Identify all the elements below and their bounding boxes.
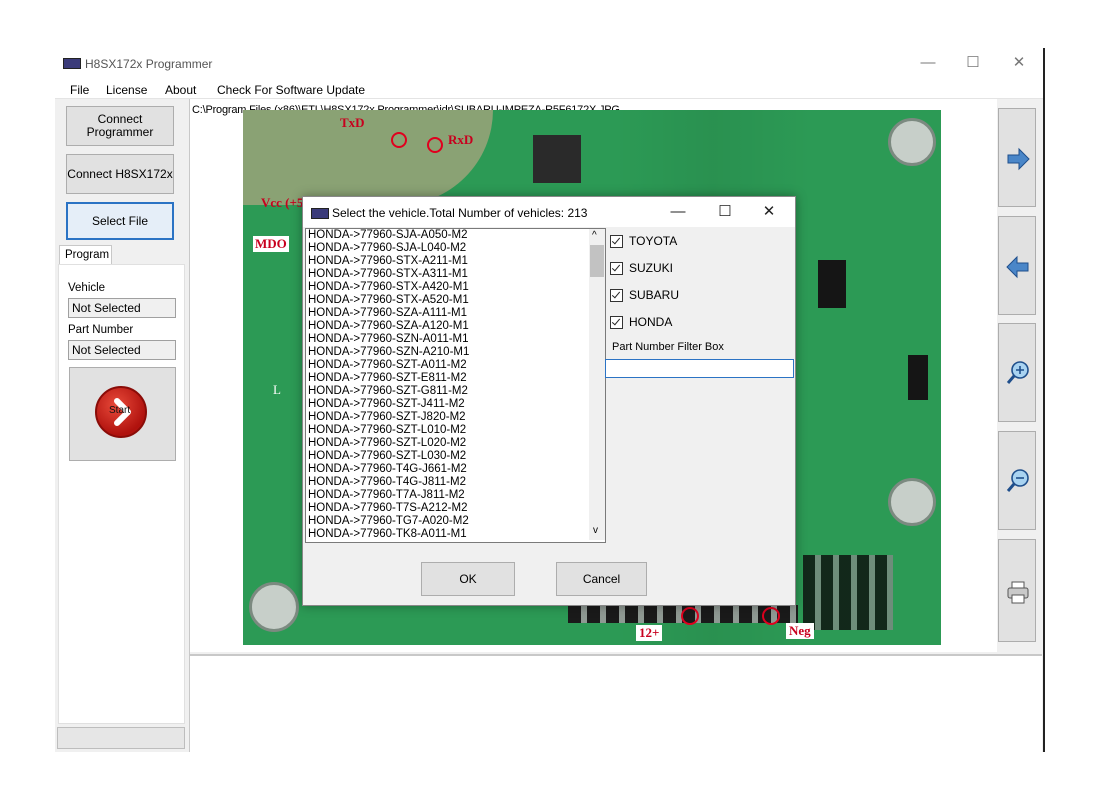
start-button[interactable]: Start: [69, 367, 176, 461]
pcb-label-l: L: [273, 382, 281, 397]
title-bar: H8SX172x Programmer — ☐ ✕: [55, 48, 1043, 78]
dialog-maximize-button[interactable]: ☐: [705, 201, 745, 223]
filter-toyota-checkbox[interactable]: TOYOTA: [610, 234, 677, 248]
vehicle-list-item[interactable]: HONDA->77960-T7A-J811-M2: [306, 489, 605, 502]
start-label: Start: [109, 405, 131, 416]
dialog-close-button[interactable]: ✕: [749, 201, 789, 223]
vehicle-list[interactable]: HONDA->77960-SJA-A050-M2 HONDA->77960-SJA…: [305, 228, 606, 543]
vehicle-list-item[interactable]: HONDA->77960-STX-A311-M1: [306, 268, 605, 281]
dialog-title-bar: Select the vehicle.Total Number of vehic…: [303, 197, 795, 227]
filter-box-label: Part Number Filter Box: [612, 341, 724, 353]
dialog-app-icon: [311, 208, 329, 219]
select-vehicle-dialog: Select the vehicle.Total Number of vehic…: [302, 196, 796, 606]
filter-suzuki-checkbox[interactable]: SUZUKI: [610, 261, 673, 275]
vehicle-list-item[interactable]: HONDA->77960-SZA-A111-M1: [306, 307, 605, 320]
menu-license[interactable]: License: [106, 83, 147, 97]
scroll-down-arrow[interactable]: v: [593, 525, 598, 536]
part-number-label: Part Number: [68, 324, 134, 336]
connect-programmer-button[interactable]: Connect Programmer: [66, 106, 174, 146]
program-panel: Vehicle Not Selected Part Number Not Sel…: [58, 264, 185, 724]
vehicle-list-item[interactable]: HONDA->77960-SZT-J820-M2: [306, 411, 605, 424]
checkbox-checked-icon: [610, 315, 623, 329]
pcb-label-rxd: RxD: [448, 132, 474, 147]
checkbox-checked-icon: [610, 261, 623, 275]
pcb-label-12v: 12+: [636, 625, 663, 641]
zoom-out-icon: [1006, 469, 1029, 492]
print-button[interactable]: [998, 539, 1036, 642]
ok-button[interactable]: OK: [421, 562, 515, 596]
dialog-minimize-button[interactable]: —: [658, 201, 698, 223]
scroll-thumb[interactable]: [590, 245, 604, 277]
vehicle-list-item[interactable]: HONDA->77960-STX-A520-M1: [306, 294, 605, 307]
window-title: H8SX172x Programmer: [85, 57, 213, 71]
vehicle-list-item[interactable]: HONDA->77960-SZN-A011-M1: [306, 333, 605, 346]
menu-about[interactable]: About: [165, 83, 196, 97]
arrow-left-icon: [1006, 255, 1029, 279]
vehicle-list-item[interactable]: HONDA->77960-SZT-L020-M2: [306, 437, 605, 450]
vehicle-list-items: HONDA->77960-SJA-A050-M2 HONDA->77960-SJA…: [306, 229, 605, 541]
pcb-label-neg: Neg: [786, 623, 814, 639]
printer-icon: [1007, 581, 1029, 604]
vehicle-label: Vehicle: [68, 282, 106, 294]
filter-suzuki-label: SUZUKI: [629, 261, 674, 275]
checkbox-checked-icon: [610, 288, 623, 302]
vehicle-list-item[interactable]: HONDA->77960-STX-A211-M1: [306, 255, 605, 268]
dialog-title: Select the vehicle.Total Number of vehic…: [332, 206, 588, 220]
log-panel: [190, 654, 1042, 754]
vehicle-field: Not Selected: [68, 298, 176, 318]
vehicle-list-item[interactable]: HONDA->77960-STX-A420-M1: [306, 281, 605, 294]
vehicle-list-item[interactable]: HONDA->77960-SZT-G811-M2: [306, 385, 605, 398]
maximize-button[interactable]: ☐: [953, 52, 993, 74]
vehicle-list-item[interactable]: HONDA->77960-SZN-A210-M1: [306, 346, 605, 359]
vehicle-list-item[interactable]: HONDA->77960-SZT-J411-M2: [306, 398, 605, 411]
vehicle-list-item[interactable]: HONDA->77960-TG7-A020-M2: [306, 515, 605, 528]
sidebar: Connect Programmer Connect H8SX172x Sele…: [55, 99, 190, 752]
zoom-out-button[interactable]: [998, 431, 1036, 530]
close-button[interactable]: ✕: [999, 52, 1039, 74]
next-image-button[interactable]: [998, 108, 1036, 207]
zoom-in-icon: [1006, 361, 1029, 384]
vehicle-list-item[interactable]: HONDA->77960-SZT-L030-M2: [306, 450, 605, 463]
checkbox-checked-icon: [610, 234, 623, 248]
previous-image-button[interactable]: [998, 216, 1036, 315]
filter-subaru-label: SUBARU: [629, 288, 680, 302]
vehicle-list-item[interactable]: HONDA->77960-T7S-A212-M2: [306, 502, 605, 515]
pcb-label-txd: TxD: [340, 115, 365, 130]
start-icon: Start: [95, 386, 147, 438]
part-number-field: Not Selected: [68, 340, 176, 360]
tab-program[interactable]: Program: [59, 245, 112, 265]
status-strip: [57, 727, 185, 749]
connect-chip-button[interactable]: Connect H8SX172x: [66, 154, 174, 194]
right-toolbar: [997, 99, 1043, 652]
menu-file[interactable]: File: [70, 83, 89, 97]
scroll-up-arrow[interactable]: ^: [592, 230, 597, 241]
pcb-label-vcc: Vcc (+5: [261, 195, 304, 210]
vehicle-list-item[interactable]: HONDA->77960-SZT-A011-M2: [306, 359, 605, 372]
menu-check-update[interactable]: Check For Software Update: [217, 83, 365, 97]
minimize-button[interactable]: —: [908, 52, 948, 74]
app-icon: [63, 58, 81, 69]
vehicle-list-item[interactable]: HONDA->77960-SJA-A050-M2: [306, 229, 605, 242]
cancel-button[interactable]: Cancel: [556, 562, 647, 596]
vehicle-list-item[interactable]: HONDA->77960-T4G-J661-M2: [306, 463, 605, 476]
vehicle-list-item[interactable]: HONDA->77960-TK8-A011-M1: [306, 528, 605, 541]
menu-bar: File License About Check For Software Up…: [55, 78, 1043, 99]
filter-toyota-label: TOYOTA: [629, 234, 678, 248]
filter-honda-checkbox[interactable]: HONDA: [610, 315, 672, 329]
select-file-button[interactable]: Select File: [66, 202, 174, 240]
arrow-right-icon: [1007, 147, 1030, 171]
vehicle-list-item[interactable]: HONDA->77960-T4G-J811-M2: [306, 476, 605, 489]
part-number-filter-input[interactable]: [605, 359, 794, 378]
pcb-label-mdo: MDO: [253, 236, 289, 252]
vehicle-list-item[interactable]: HONDA->77960-SJA-L040-M2: [306, 242, 605, 255]
vehicle-list-item[interactable]: HONDA->77960-SZT-L010-M2: [306, 424, 605, 437]
vehicle-list-item[interactable]: HONDA->77960-SZT-E811-M2: [306, 372, 605, 385]
zoom-in-button[interactable]: [998, 323, 1036, 422]
filter-honda-label: HONDA: [629, 315, 673, 329]
filter-subaru-checkbox[interactable]: SUBARU: [610, 288, 679, 302]
vehicle-list-item[interactable]: HONDA->77960-SZA-A120-M1: [306, 320, 605, 333]
vehicle-list-scrollbar[interactable]: ^ v: [589, 229, 605, 540]
